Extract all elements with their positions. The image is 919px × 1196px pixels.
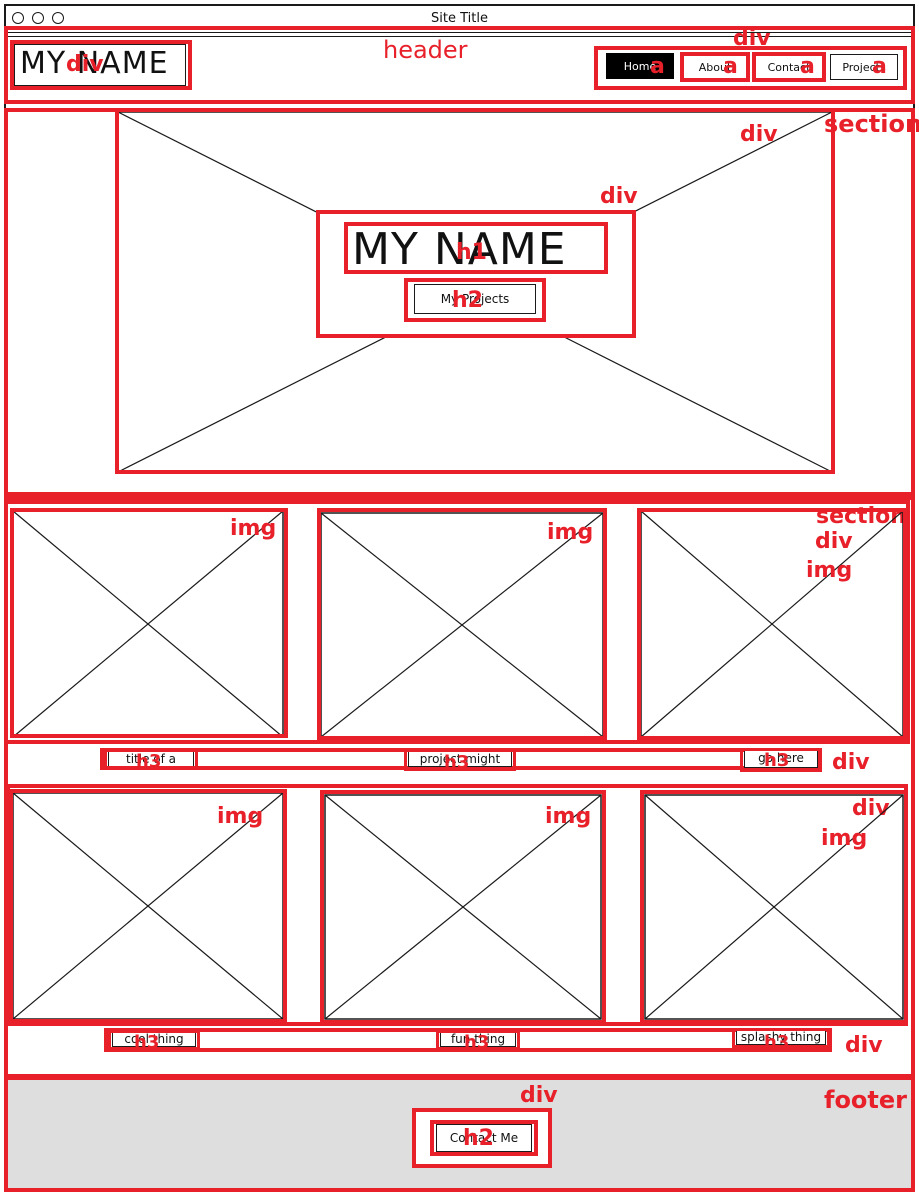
hero-inner-div-annotation: div: [600, 184, 638, 209]
row2-caption-div-annotation: div: [845, 1033, 883, 1058]
footer-annotation: footer: [824, 1086, 908, 1114]
hero-div-annotation: div: [740, 122, 778, 147]
link-annotation: a: [800, 54, 815, 79]
img-annotation: img: [217, 804, 264, 829]
row1-caption-div-annotation: div: [832, 750, 870, 775]
link-annotation: a: [650, 54, 665, 79]
h2-hero-annotation: h2: [452, 288, 483, 313]
footer-div-annotation: div: [520, 1083, 558, 1108]
h3-annotation: h3: [444, 752, 470, 773]
hero-section-annotation: section: [824, 110, 919, 138]
project-image-box: [637, 508, 907, 740]
h2-footer-annotation: h2: [463, 1126, 494, 1151]
h3-annotation: h3: [764, 1032, 790, 1053]
nav-div-annotation: div: [733, 26, 771, 51]
nav-link-contact-box: [752, 52, 826, 82]
img-annotation: img: [821, 826, 868, 851]
h3-annotation: h3: [136, 751, 162, 772]
site-title: Site Title: [431, 11, 488, 26]
nav-link-projects[interactable]: Projects: [830, 54, 898, 80]
link-annotation: a: [723, 54, 738, 79]
nav-link-about-box: [680, 52, 750, 82]
h1-annotation: h1: [456, 240, 487, 265]
img-annotation: img: [545, 804, 592, 829]
header-annotation: header: [383, 36, 468, 64]
h3-annotation: h3: [464, 1032, 490, 1053]
img-annotation: img: [806, 558, 853, 583]
h3-annotation: h3: [764, 750, 790, 771]
h3-annotation: h3: [134, 1032, 160, 1053]
link-annotation: a: [872, 54, 887, 79]
project-image-box: [640, 790, 908, 1024]
img-annotation: img: [230, 516, 277, 541]
project-image-box: [10, 508, 288, 738]
logo-div-annotation: div: [66, 52, 104, 77]
img-annotation: img: [547, 520, 594, 545]
